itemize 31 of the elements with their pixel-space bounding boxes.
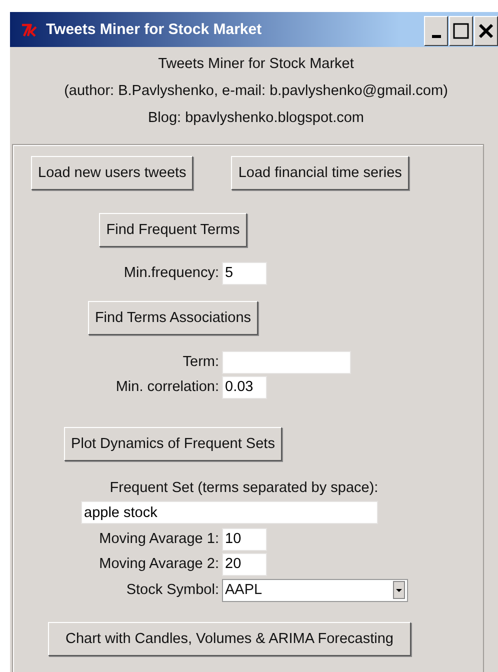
find-associations-button[interactable]: Find Terms Associations: [88, 301, 258, 335]
window-title: Tweets Miner for Stock Market: [46, 21, 262, 38]
minimize-button[interactable]: [424, 16, 448, 46]
maximize-button[interactable]: [449, 16, 473, 46]
field-label: Moving Avarage 1:: [98, 531, 220, 547]
header-text: (author: B.Pavlyshenko, e-mail: b.pavlyshenko@gmail.com): [64, 82, 448, 101]
input-field[interactable]: 5: [222, 262, 267, 284]
field-label: Term:: [182, 354, 220, 370]
frequent-set-field[interactable]: apple stock: [81, 501, 378, 524]
input-field[interactable]: 20: [222, 552, 267, 576]
load-button[interactable]: Load financial time series: [231, 156, 409, 190]
input-field[interactable]: [222, 350, 351, 374]
close-icon: [478, 22, 494, 38]
close-button[interactable]: [474, 16, 498, 46]
app-logo-icon: [20, 22, 38, 36]
minimize-icon: [432, 35, 440, 38]
field-label: Min. correlation:: [114, 379, 220, 395]
find-frequent-terms-button[interactable]: Find Frequent Terms: [99, 213, 247, 247]
maximize-icon: [453, 22, 469, 38]
stock-symbol-dropdown[interactable]: AAPL: [222, 578, 408, 602]
load-button[interactable]: Load new users tweets: [31, 156, 194, 190]
field-label: Min.frequency:: [122, 265, 220, 281]
plot-dynamics-button[interactable]: Plot Dynamics of Frequent Sets: [64, 427, 282, 461]
field-label: Moving Avarage 2:: [98, 556, 220, 572]
input-field[interactable]: 0.03: [222, 376, 267, 398]
input-field[interactable]: 10: [222, 528, 267, 550]
frequent-set-label: Frequent Set (terms separated by space):: [108, 480, 380, 496]
chart-forecasting-button[interactable]: Chart with Candles, Volumes & ARIMA Forecasting: [48, 622, 411, 656]
header-text: Tweets Miner for Stock Market: [158, 55, 354, 74]
header-text: Blog: bpavlyshenko.blogspot.com: [148, 109, 364, 128]
field-label: Stock Symbol:: [125, 582, 220, 598]
